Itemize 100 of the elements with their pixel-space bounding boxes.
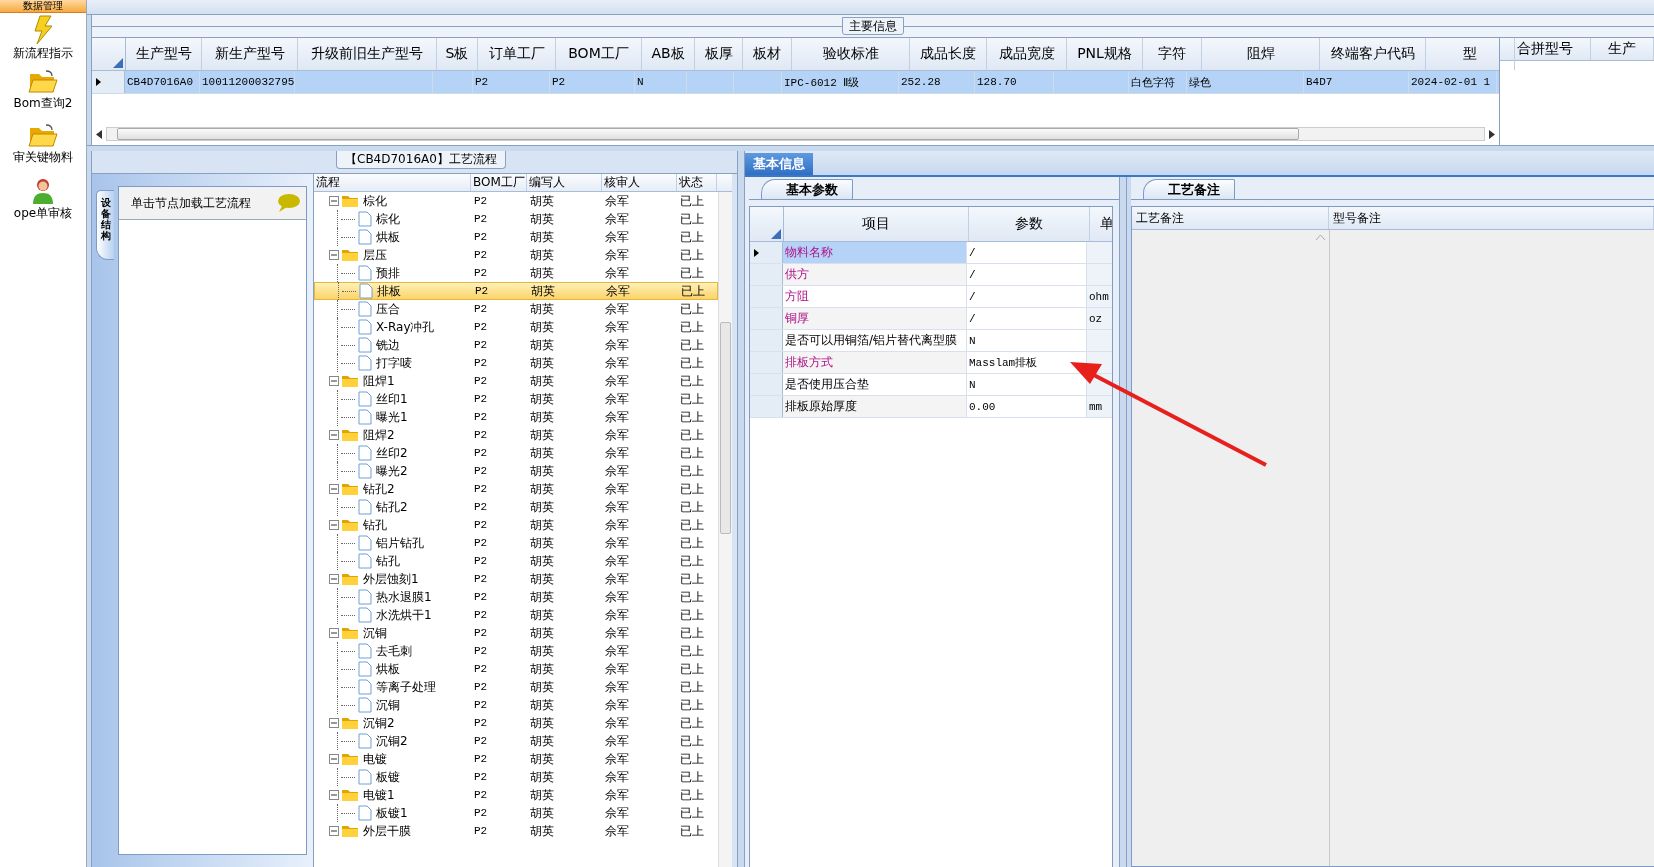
tree-row[interactable]: 阻焊1 P2 胡英 佘军 已上 [314,372,718,390]
step-label[interactable]: 烘板 [376,228,400,246]
tree-row[interactable]: 棕化 P2 胡英 佘军 已上 [314,192,718,210]
tree-row[interactable]: 板镀1 P2 胡英 佘军 已上 [314,804,718,822]
step-label[interactable]: 沉铜 [363,624,387,642]
tree-row[interactable]: 打字唛 P2 胡英 佘军 已上 [314,354,718,372]
column-header[interactable]: 阻焊 [1202,38,1320,70]
tree-row[interactable]: X-Ray冲孔 P2 胡英 佘军 已上 [314,318,718,336]
collapse-icon[interactable] [329,430,339,440]
table-row[interactable]: 排板方式 Masslam排板 [750,352,1112,374]
horizontal-scrollbar[interactable] [106,127,1485,141]
step-label[interactable]: 曝光1 [376,408,408,426]
tree-row[interactable]: 烘板 P2 胡英 佘军 已上 [314,660,718,678]
column-header[interactable]: 字符 [1143,38,1202,70]
step-label[interactable]: 丝印2 [376,444,408,462]
tree-row[interactable]: 电镀1 P2 胡英 佘军 已上 [314,786,718,804]
tree-row[interactable]: 阻焊2 P2 胡英 佘军 已上 [314,426,718,444]
tree-row[interactable]: 层压 P2 胡英 佘军 已上 [314,246,718,264]
tree-row[interactable]: 丝印2 P2 胡英 佘军 已上 [314,444,718,462]
column-header[interactable]: 工艺备注 [1132,207,1329,229]
table-row[interactable]: CB4D7016A0 10011200032795 P2 P2 N IPC-6012 Ⅱ级 252.28 128.70 白色字符 绿色 B4D7 2024-02-01 1 [92,71,1499,94]
column-header[interactable]: 升级前旧生产型号 [298,38,437,70]
step-label[interactable]: 丝印1 [376,390,408,408]
step-label[interactable]: 去毛刺 [376,642,412,660]
step-label[interactable]: 沉铜2 [376,732,408,750]
scroll-right-icon[interactable] [1489,129,1495,139]
step-label[interactable]: 阻焊1 [363,372,395,390]
tree-row[interactable]: 钻孔 P2 胡英 佘军 已上 [314,516,718,534]
column-header[interactable]: 项目 [784,207,969,241]
collapse-icon[interactable] [329,376,339,386]
step-label[interactable]: 板镀1 [376,804,408,822]
column-header[interactable]: 状态 [677,174,717,191]
column-header[interactable]: 成品宽度 [987,38,1067,70]
step-label[interactable]: 板镀 [376,768,400,786]
step-label[interactable]: 钻孔2 [376,498,408,516]
table-row[interactable]: 供方 / [750,264,1112,286]
column-header[interactable]: 板材 [743,38,792,70]
sidebar-item[interactable]: 审关键物料 [13,123,73,175]
step-label[interactable]: 水洗烘干1 [376,606,432,624]
column-header[interactable]: 流程 [314,174,471,191]
column-header[interactable]: BOM工厂 [556,38,642,70]
tab[interactable]: 基本参数 [761,179,853,199]
table-row[interactable]: 铜厚 / oz [750,308,1112,330]
step-label[interactable]: 打字唛 [376,354,412,372]
step-label[interactable]: 阻焊2 [363,426,395,444]
tree-row[interactable]: 外层蚀刻1 P2 胡英 佘军 已上 [314,570,718,588]
column-header[interactable]: 型号备注 [1329,207,1654,229]
tree-row[interactable]: 水洗烘干1 P2 胡英 佘军 已上 [314,606,718,624]
step-label[interactable]: 外层干膜 [363,822,411,840]
splitter[interactable] [737,151,745,867]
tree-row[interactable]: 沉铜 P2 胡英 佘军 已上 [314,696,718,714]
tree-row[interactable]: 铝片钻孔 P2 胡英 佘军 已上 [314,534,718,552]
column-header[interactable]: 验收标准 [792,38,910,70]
collapse-icon[interactable] [329,790,339,800]
tab[interactable]: 基本信息 [745,153,813,175]
step-label[interactable]: 铝片钻孔 [376,534,424,552]
sidebar-item[interactable]: Bom查询2 [13,69,73,121]
step-label[interactable]: 层压 [363,246,387,264]
step-label[interactable]: 棕化 [363,192,387,210]
vertical-tab[interactable]: 设备结构 [96,190,114,260]
step-label[interactable]: 外层蚀刻1 [363,570,419,588]
step-label[interactable]: 沉铜2 [363,714,395,732]
step-label[interactable]: 压合 [376,300,400,318]
step-label[interactable]: 钻孔 [376,552,400,570]
column-header[interactable]: AB板 [642,38,695,70]
step-label[interactable]: 预排 [376,264,400,282]
step-label[interactable]: 钻孔2 [363,480,395,498]
tree-row[interactable]: 压合 P2 胡英 佘军 已上 [314,300,718,318]
column-header[interactable]: 终端客户代码 [1320,38,1426,70]
tree-row[interactable]: 排板 P2 胡英 佘军 已上 [314,282,718,300]
column-header[interactable]: 合拼型号 [1500,38,1591,60]
tree-row[interactable]: 去毛刺 P2 胡英 佘军 已上 [314,642,718,660]
splitter[interactable] [1119,177,1127,867]
column-header[interactable]: 新生产型号 [202,38,298,70]
table-row[interactable]: 物料名称 / [750,242,1112,264]
tree-row[interactable]: 钻孔2 P2 胡英 佘军 已上 [314,498,718,516]
collapse-icon[interactable] [329,718,339,728]
tree-row[interactable]: 钻孔 P2 胡英 佘军 已上 [314,552,718,570]
step-label[interactable]: 铣边 [376,336,400,354]
column-header[interactable]: BOM工厂 [471,174,527,191]
tree-row[interactable]: 丝印1 P2 胡英 佘军 已上 [314,390,718,408]
tree-row[interactable]: 烘板 P2 胡英 佘军 已上 [314,228,718,246]
collapse-icon[interactable] [329,574,339,584]
collapse-icon[interactable] [329,520,339,530]
tree-row[interactable]: 外层干膜 P2 胡英 佘军 已上 [314,822,718,840]
collapse-icon[interactable] [329,628,339,638]
scroll-left-icon[interactable] [96,129,102,139]
step-label[interactable]: 电镀 [363,750,387,768]
table-row[interactable]: 排板原始厚度 0.00 mm [750,396,1112,418]
column-header[interactable]: 板厚 [695,38,743,70]
tree-row[interactable]: 等离子处理 P2 胡英 佘军 已上 [314,678,718,696]
column-header[interactable]: 参数 [969,207,1090,241]
step-label[interactable]: 电镀1 [363,786,395,804]
tree-row[interactable]: 沉铜2 P2 胡英 佘军 已上 [314,732,718,750]
collapse-icon[interactable] [329,754,339,764]
tree-row[interactable]: 曝光2 P2 胡英 佘军 已上 [314,462,718,480]
step-label[interactable]: 沉铜 [376,696,400,714]
column-header[interactable]: 编写人 [527,174,602,191]
scroll-up-icon[interactable] [1316,234,1325,240]
collapse-icon[interactable] [329,196,339,206]
